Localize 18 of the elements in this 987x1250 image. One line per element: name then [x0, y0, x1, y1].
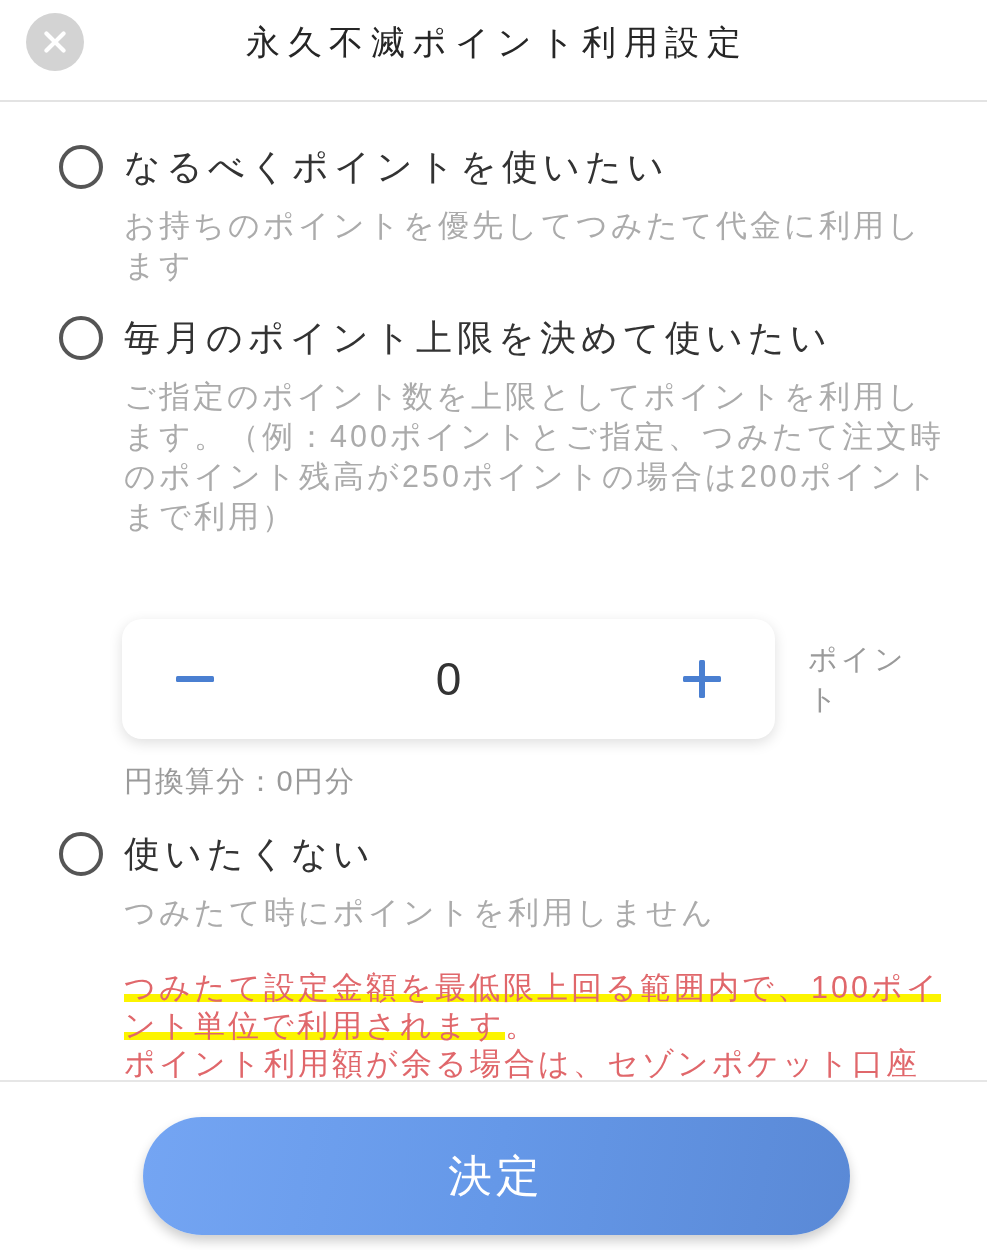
unit-label: ポイント — [808, 642, 908, 717]
radio-button[interactable] — [59, 832, 103, 876]
option-label: なるべくポイントを使いたい — [124, 145, 669, 189]
notice-text: ポイント利用額が余る場合は、セゾンポケット口座 — [124, 1045, 921, 1080]
option-description: お持ちのポイントを優先してつみたて代金に利用します — [124, 207, 923, 284]
plus-icon — [683, 660, 721, 698]
yen-conversion-text: 円換算分：0円分 — [124, 764, 356, 799]
plus-button[interactable] — [683, 660, 721, 698]
point-value[interactable]: 0 — [435, 651, 462, 707]
minus-icon — [176, 676, 214, 682]
option-label: 毎月のポイント上限を決めて使いたい — [124, 316, 832, 360]
close-icon — [44, 31, 66, 53]
option-label: 使いたくない — [124, 832, 375, 876]
dialog-title: 永久不滅ポイント利用設定 — [245, 22, 749, 63]
option-description: つみたて時にポイントを利用しません — [124, 894, 717, 931]
radio-button[interactable] — [59, 145, 103, 189]
radio-button[interactable] — [59, 316, 103, 360]
option-description: ご指定のポイント数を上限としてポイントを利用します。（例：400ポイントとご指定、つみたて注文時のポイント残高が250ポイントの場合は200ポイントまで利用） — [124, 378, 945, 535]
